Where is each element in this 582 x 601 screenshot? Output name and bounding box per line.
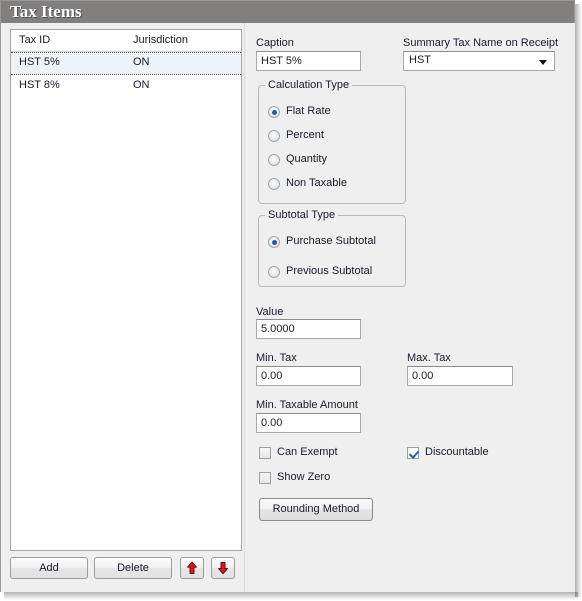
- radio-indicator: [268, 266, 280, 278]
- table-row[interactable]: HST 8% ON: [11, 75, 241, 98]
- subtotal-type-group: Subtotal Type Purchase Subtotal Previous…: [258, 209, 406, 287]
- table-row[interactable]: HST 5% ON: [11, 52, 241, 75]
- caption-label: Caption: [256, 37, 294, 49]
- arrow-up-icon: [187, 561, 197, 574]
- summary-tax-name-select[interactable]: HST: [403, 51, 555, 71]
- min-tax-label: Min. Tax: [256, 352, 297, 364]
- tax-item-details-panel: Caption Summary Tax Name on Receipt HST …: [244, 23, 575, 592]
- radio-indicator: [268, 106, 280, 118]
- chevron-down-icon: [539, 60, 547, 65]
- delete-button[interactable]: Delete: [94, 557, 172, 579]
- move-down-button[interactable]: [211, 557, 235, 579]
- value-input[interactable]: [256, 319, 361, 339]
- subtotal-type-label: Subtotal Type: [265, 209, 339, 221]
- cell-tax-id: HST 8%: [19, 79, 60, 91]
- radio-label: Flat Rate: [286, 105, 331, 117]
- summary-tax-name-label: Summary Tax Name on Receipt: [403, 37, 559, 49]
- cell-jurisdiction: ON: [133, 79, 150, 91]
- max-tax-input[interactable]: [407, 366, 513, 386]
- checkbox-label: Can Exempt: [277, 446, 338, 458]
- radio-indicator: [268, 178, 280, 190]
- calculation-type-label: Calculation Type: [265, 79, 353, 91]
- calculation-type-group: Calculation Type Flat Rate Percent Quant…: [258, 79, 406, 204]
- checkbox-indicator: [407, 447, 419, 459]
- radio-label: Percent: [286, 129, 324, 141]
- list-header-row: Tax ID Jurisdiction: [11, 30, 241, 52]
- value-label: Value: [256, 306, 284, 318]
- min-tax-input[interactable]: [256, 366, 361, 386]
- checkbox-indicator: [259, 447, 271, 459]
- add-button[interactable]: Add: [10, 557, 88, 579]
- window-titlebar: Tax Items: [1, 1, 574, 23]
- radio-label: Quantity: [286, 153, 327, 165]
- radio-indicator: [268, 130, 280, 142]
- move-up-button[interactable]: [180, 557, 204, 579]
- list-toolbar: Add Delete: [10, 557, 242, 583]
- cell-jurisdiction: ON: [133, 56, 150, 68]
- arrow-down-icon: [218, 561, 228, 575]
- min-taxable-amount-label: Min. Taxable Amount: [256, 399, 358, 411]
- window-shadow-bottom: [4, 592, 578, 600]
- max-tax-label: Max. Tax: [407, 352, 451, 364]
- min-taxable-amount-input[interactable]: [256, 413, 361, 433]
- window-shadow-right: [575, 4, 582, 597]
- checkbox-label: Discountable: [425, 446, 489, 458]
- radio-label: Purchase Subtotal: [286, 235, 376, 247]
- cell-tax-id: HST 5%: [19, 56, 60, 68]
- rounding-method-button[interactable]: Rounding Method: [259, 498, 373, 521]
- tax-items-list[interactable]: Tax ID Jurisdiction HST 5% ON HST 8% ON: [10, 29, 242, 551]
- summary-tax-name-value: HST: [409, 54, 431, 66]
- caption-input[interactable]: [256, 51, 361, 71]
- column-header-tax-id[interactable]: Tax ID: [19, 34, 50, 46]
- checkbox-indicator: [259, 472, 271, 484]
- checkbox-label: Show Zero: [277, 471, 331, 483]
- radio-indicator: [268, 154, 280, 166]
- tax-items-list-panel: Tax ID Jurisdiction HST 5% ON HST 8% ON …: [1, 23, 244, 592]
- radio-label: Previous Subtotal: [286, 265, 373, 277]
- page-title: Tax Items: [10, 2, 82, 21]
- radio-indicator: [268, 236, 280, 248]
- column-header-jurisdiction[interactable]: Jurisdiction: [133, 34, 188, 46]
- tax-items-window: Tax Items Tax ID Jurisdiction HST 5% ON …: [0, 0, 575, 592]
- radio-label: Non Taxable: [286, 177, 347, 189]
